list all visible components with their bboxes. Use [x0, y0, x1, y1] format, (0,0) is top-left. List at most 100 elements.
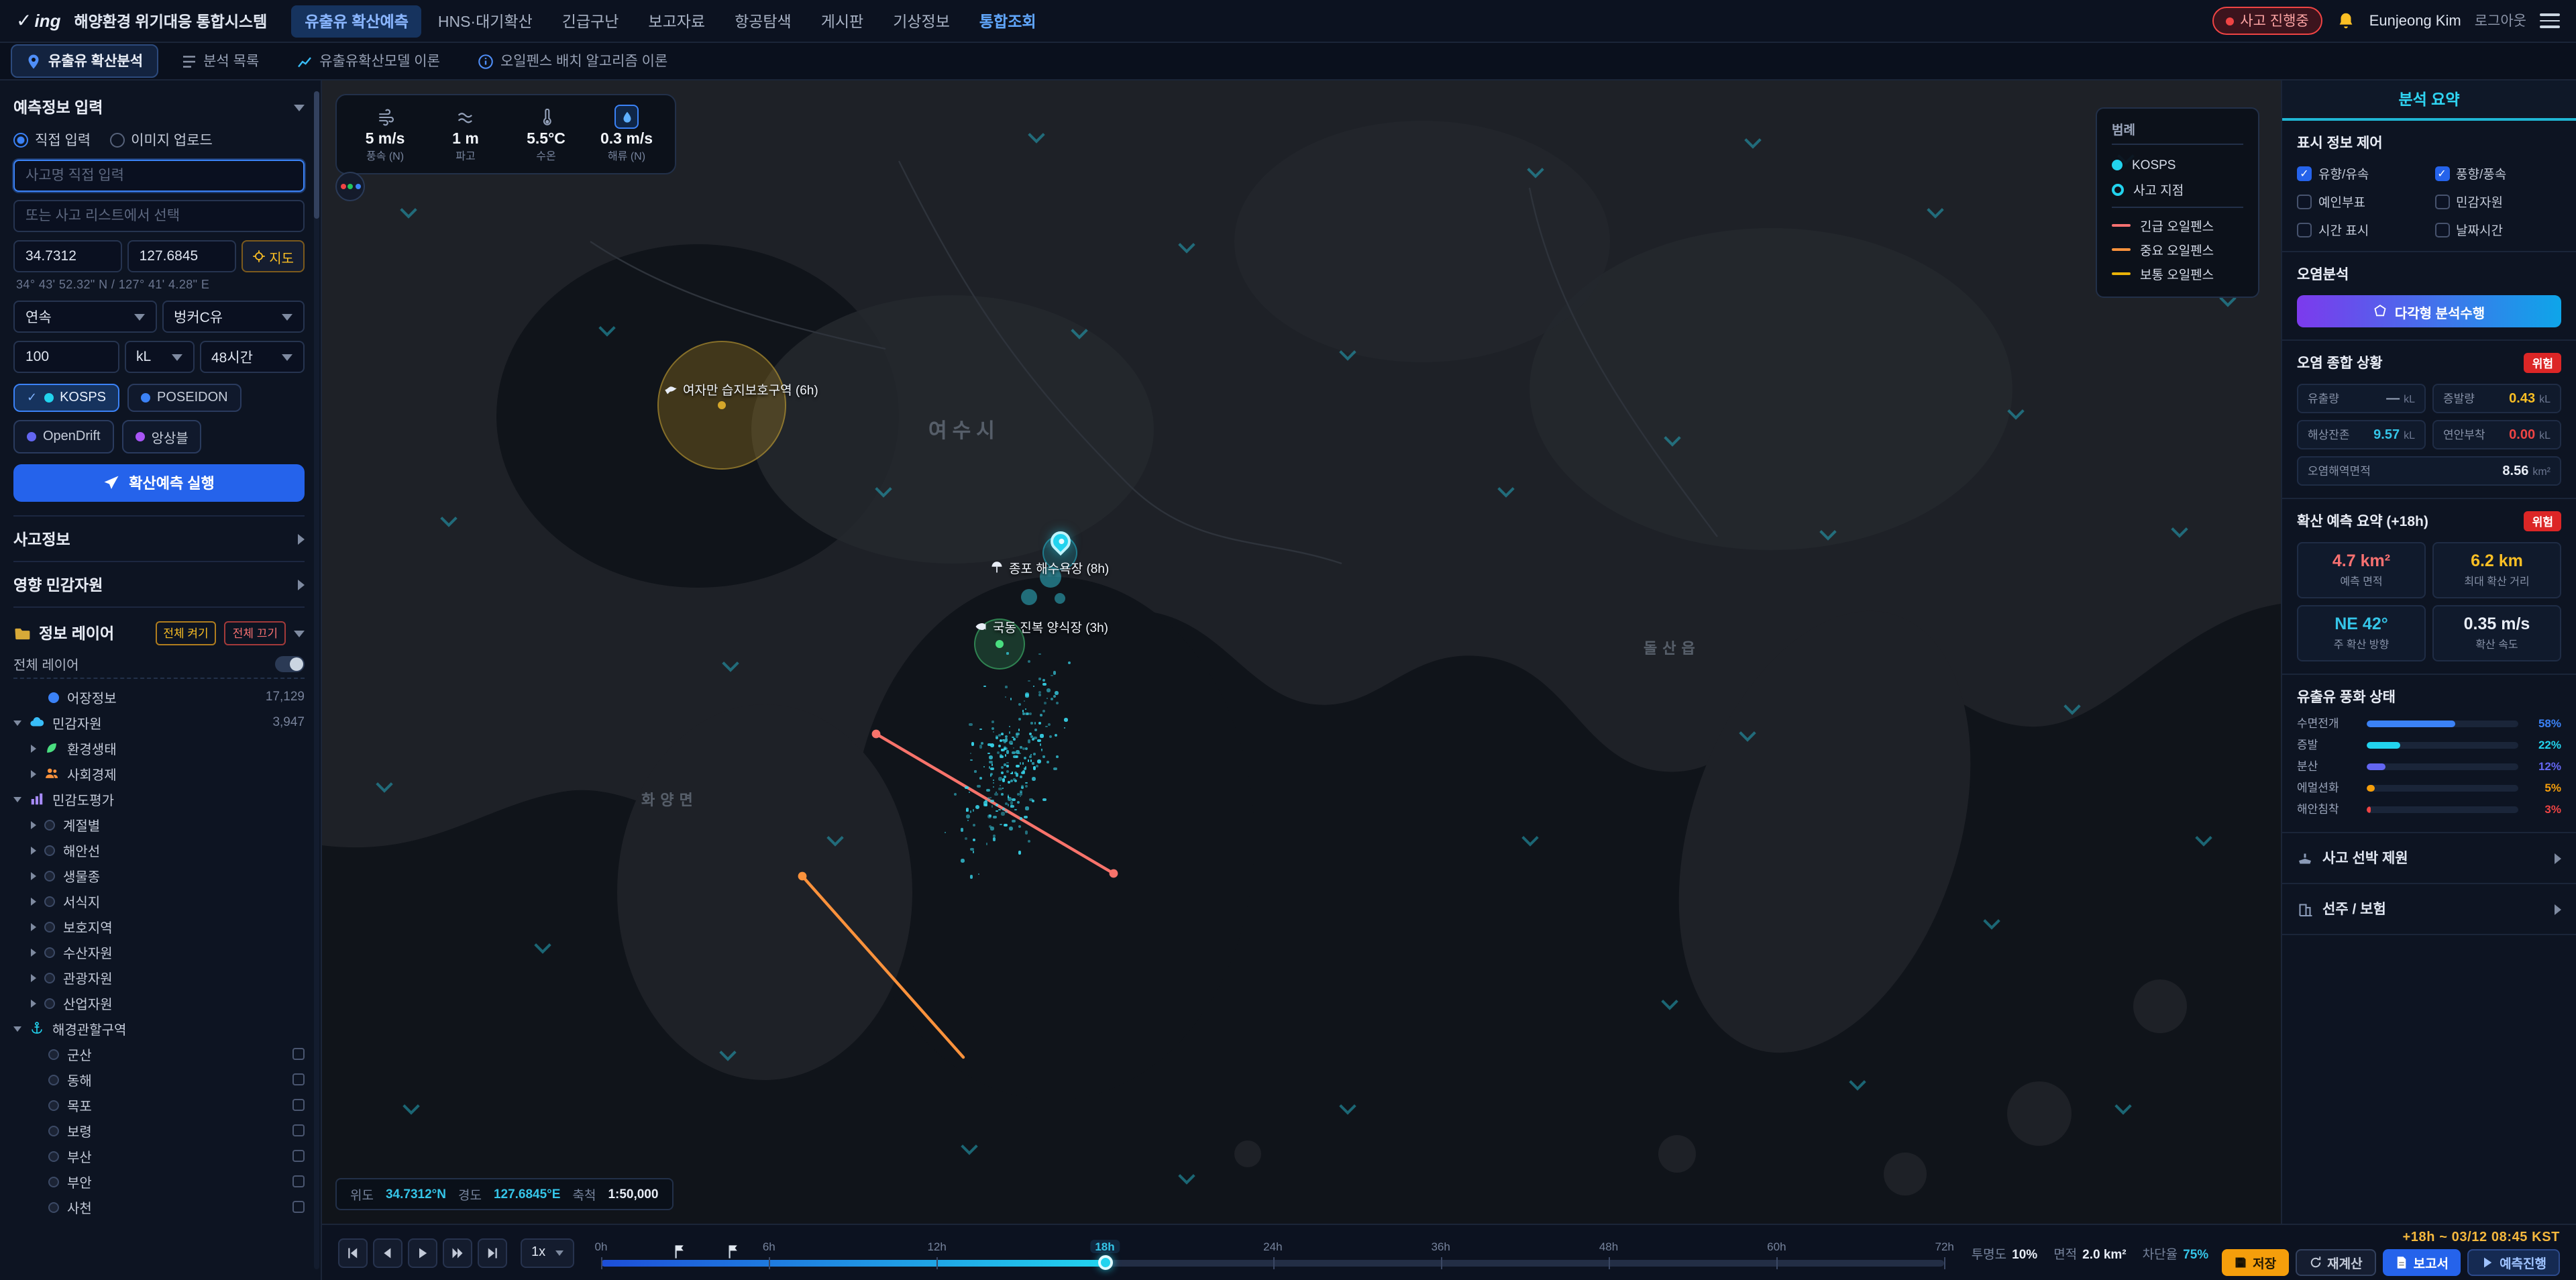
nav-item-기상정보[interactable]: 기상정보 — [879, 5, 963, 37]
run-prediction-button[interactable]: 확산예측 실행 — [13, 464, 305, 502]
fast-forward-button[interactable] — [443, 1238, 472, 1267]
layer-item-민감자원[interactable]: 민감자원3,947 — [13, 710, 305, 735]
timeline-track[interactable] — [601, 1259, 1945, 1266]
nav-item-항공탐색[interactable]: 항공탐색 — [721, 5, 805, 37]
zoom-to-layer-button[interactable] — [292, 1124, 305, 1136]
layer-item-해안선[interactable]: 해안선 — [13, 837, 305, 863]
speed-select[interactable]: 1x — [521, 1238, 574, 1267]
model-chip-앙상블[interactable]: 앙상블 — [122, 420, 202, 454]
timeline-tick-0h[interactable]: 0h — [595, 1239, 608, 1252]
layer-item-계절별[interactable]: 계절별 — [13, 812, 305, 837]
tab-오일펜스-배치-알고리즘-이론[interactable]: 오일펜스 배치 알고리즘 이론 — [463, 44, 682, 78]
logout-button[interactable]: 로그아웃 — [2475, 11, 2526, 31]
timeline-tick-48h[interactable]: 48h — [1599, 1239, 1618, 1252]
action-예측진행-button[interactable]: 예측진행 — [2467, 1248, 2560, 1275]
display-option-민감자원[interactable]: 민감자원 — [2434, 192, 2561, 211]
zoom-to-layer-button[interactable] — [292, 1150, 305, 1162]
step-back-button[interactable] — [373, 1238, 402, 1267]
accident-name-input[interactable] — [13, 160, 305, 192]
layer-item-군산[interactable]: 군산 — [13, 1041, 305, 1067]
longitude-input[interactable] — [127, 240, 236, 272]
nav-item-게시판[interactable]: 게시판 — [808, 5, 877, 37]
layer-item-관광자원[interactable]: 관광자원 — [13, 965, 305, 990]
accident-list-input[interactable] — [13, 200, 305, 232]
layer-item-서식지[interactable]: 서식지 — [13, 888, 305, 914]
oil-type-select[interactable]: 벙커C유 — [162, 301, 305, 333]
zoom-to-layer-button[interactable] — [292, 1175, 305, 1187]
map-area[interactable]: 여수시화양면돌산읍 여자만 습지보호구역 (6h)종포 해수욕장 (8h)국동 … — [322, 81, 2281, 1224]
radio-image-upload[interactable]: 이미지 업로드 — [109, 130, 213, 150]
layer-item-산업자원[interactable]: 산업자원 — [13, 990, 305, 1016]
tab-분석-목록[interactable]: 분석 목록 — [166, 44, 274, 78]
play-button[interactable] — [408, 1238, 437, 1267]
spill-type-select[interactable]: 연속 — [13, 301, 156, 333]
nav-item-긴급구난[interactable]: 긴급구난 — [549, 5, 633, 37]
timeline-tick-60h[interactable]: 60h — [1767, 1239, 1786, 1252]
master-layer-toggle[interactable] — [275, 655, 305, 672]
layer-item-수산자원[interactable]: 수산자원 — [13, 939, 305, 965]
latitude-input[interactable] — [13, 240, 122, 272]
summary-section-선주-/-보험[interactable]: 선주 / 보험 — [2282, 884, 2576, 935]
display-option-날짜시간[interactable]: 날짜시간 — [2434, 220, 2561, 239]
display-option-유향/유속[interactable]: ✓유향/유속 — [2297, 164, 2424, 182]
layer-item-사회경제[interactable]: 사회경제 — [13, 761, 305, 786]
sidebar-section-영향-민감자원[interactable]: 영향 민감자원 — [13, 561, 305, 606]
layer-item-환경생태[interactable]: 환경생태 — [13, 735, 305, 761]
nav-item-보고자료[interactable]: 보고자료 — [635, 5, 718, 37]
model-chip-KOSPS[interactable]: ✓KOSPS — [13, 384, 119, 412]
sidebar-scrollbar[interactable] — [314, 91, 319, 1269]
zoom-to-layer-button[interactable] — [292, 1201, 305, 1213]
user-name[interactable]: Eunjeong Kim — [2369, 13, 2461, 29]
all-layers-on-button[interactable]: 전체 켜기 — [155, 621, 216, 645]
timeline-tick-18h[interactable]: 18h — [1089, 1239, 1120, 1252]
layer-item-사천[interactable]: 사천 — [13, 1194, 305, 1220]
tab-유출유확산모델-이론[interactable]: 유출유확산모델 이론 — [282, 44, 455, 78]
nav-item-유출유-확산예측[interactable]: 유출유 확산예측 — [291, 5, 422, 37]
sidebar-section-사고정보[interactable]: 사고정보 — [13, 515, 305, 561]
hamburger-menu-icon[interactable] — [2540, 13, 2560, 28]
timeline-tick-12h[interactable]: 12h — [927, 1239, 946, 1252]
layer-item-어장정보[interactable]: 어장정보17,129 — [13, 684, 305, 710]
layer-item-부산[interactable]: 부산 — [13, 1143, 305, 1169]
bookmark-flag-icon[interactable] — [729, 1242, 739, 1258]
layer-item-목포[interactable]: 목포 — [13, 1092, 305, 1118]
nav-item-HNS·대기확산[interactable]: HNS·대기확산 — [425, 5, 546, 37]
layer-item-보령[interactable]: 보령 — [13, 1118, 305, 1143]
duration-select[interactable]: 48시간 — [199, 341, 305, 373]
pick-on-map-button[interactable]: 지도 — [241, 240, 305, 272]
predict-input-header[interactable]: 예측정보 입력 — [13, 91, 305, 123]
zoom-to-layer-button[interactable] — [292, 1099, 305, 1111]
layer-item-동해[interactable]: 동해 — [13, 1067, 305, 1092]
timeline-tick-24h[interactable]: 24h — [1263, 1239, 1282, 1252]
model-chip-POSEIDON[interactable]: POSEIDON — [127, 384, 241, 412]
bookmark-flag-icon[interactable] — [675, 1242, 686, 1258]
layer-item-보호지역[interactable]: 보호지역 — [13, 914, 305, 939]
layer-item-해경관할구역[interactable]: 해경관할구역 — [13, 1016, 305, 1041]
action-보고서-button[interactable]: 보고서 — [2383, 1248, 2461, 1275]
action-재계산-button[interactable]: 재계산 — [2295, 1248, 2375, 1275]
timeline-tick-36h[interactable]: 36h — [1431, 1239, 1450, 1252]
layer-item-부안[interactable]: 부안 — [13, 1169, 305, 1194]
action-저장-button[interactable]: 저장 — [2222, 1248, 2288, 1275]
timeline-tick-6h[interactable]: 6h — [763, 1239, 775, 1252]
layer-item-민감도평가[interactable]: 민감도평가 — [13, 786, 305, 812]
zoom-to-layer-button[interactable] — [292, 1048, 305, 1060]
timeline-tick-72h[interactable]: 72h — [1935, 1239, 1954, 1252]
notifications-bell-icon[interactable] — [2336, 11, 2356, 31]
display-option-풍향/풍속[interactable]: ✓풍향/풍속 — [2434, 164, 2561, 182]
polygon-analysis-button[interactable]: 다각형 분석수행 — [2297, 295, 2561, 327]
amount-input[interactable] — [13, 341, 119, 373]
nav-item-통합조회[interactable]: 통합조회 — [966, 5, 1050, 37]
unit-select[interactable]: kL — [124, 341, 194, 373]
display-option-시간-표시[interactable]: 시간 표시 — [2297, 220, 2424, 239]
zoom-to-layer-button[interactable] — [292, 1073, 305, 1085]
tab-유출유-확산분석[interactable]: 유출유 확산분석 — [11, 44, 158, 78]
summary-section-사고-선박-제원[interactable]: 사고 선박 제원 — [2282, 833, 2576, 884]
timeline-thumb[interactable] — [1097, 1255, 1112, 1270]
skip-to-end-button[interactable] — [478, 1238, 507, 1267]
radio-direct-input[interactable]: 직접 입력 — [13, 130, 91, 150]
incident-status-badge[interactable]: 사고 진행중 — [2212, 7, 2322, 35]
layer-item-생물종[interactable]: 생물종 — [13, 863, 305, 888]
display-option-예인부표[interactable]: 예인부표 — [2297, 192, 2424, 211]
all-layers-off-button[interactable]: 전체 끄기 — [225, 621, 286, 645]
